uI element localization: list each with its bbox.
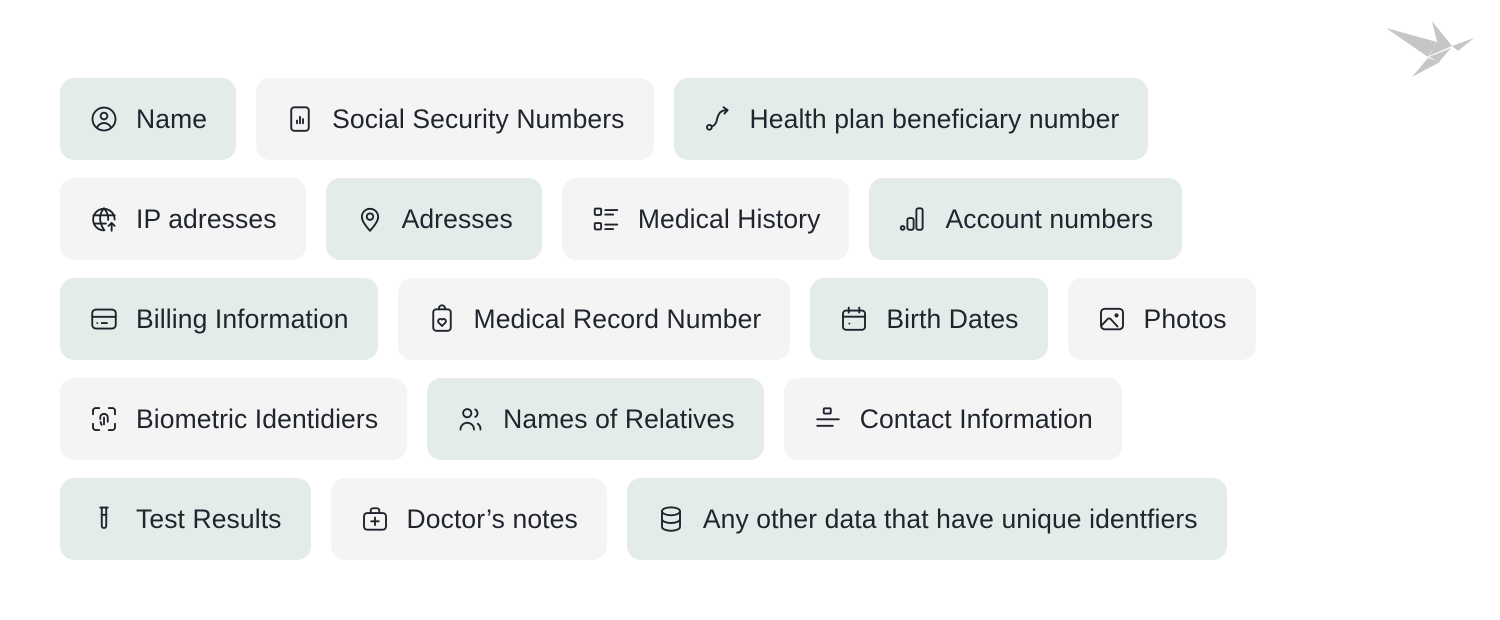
contact-card-icon — [813, 404, 843, 434]
chip-biometric-identidiers[interactable]: Biometric Identidiers — [60, 378, 408, 460]
phi-identifier-board: Name Social Security Numbers Health plan b… — [0, 0, 1500, 620]
chip-label: Medical Record Number — [473, 303, 762, 334]
chip-label: Health plan beneficiary number — [749, 103, 1120, 134]
chip-label: Test Results — [136, 503, 282, 534]
chip-adresses[interactable]: Adresses — [325, 178, 542, 260]
chip-medical-record-number[interactable]: Medical Record Number — [397, 278, 791, 360]
chip-label: Any other data that have unique identfie… — [702, 503, 1198, 534]
fingerprint-scan-icon — [89, 404, 119, 434]
origami-bird-logo — [1382, 16, 1478, 78]
chip-label: Doctor’s notes — [406, 503, 578, 534]
chip-label: Birth Dates — [886, 303, 1019, 334]
chip-label: Social Security Numbers — [332, 103, 625, 134]
chip-billing-information[interactable]: Billing Information — [60, 278, 378, 360]
chip-label: Medical History — [637, 203, 821, 234]
chip-any-other-data-that-have-unique-identfiers[interactable]: Any other data that have unique identfie… — [626, 478, 1227, 560]
chip-birth-dates[interactable]: Birth Dates — [810, 278, 1048, 360]
user-circle-icon — [89, 104, 119, 134]
chip-row-2: IP adresses Adresses Medical History Accoun… — [60, 178, 1480, 260]
chip-label: Contact Information — [859, 403, 1093, 434]
chip-doctor-s-notes[interactable]: Doctor’s notes — [330, 478, 607, 560]
chip-label: Account numbers — [945, 203, 1154, 234]
chip-row-1: Name Social Security Numbers Health plan b… — [60, 78, 1480, 160]
chip-label: IP adresses — [136, 203, 277, 234]
chip-contact-information[interactable]: Contact Information — [783, 378, 1122, 460]
chip-row-5: Test Results Doctor’s notes Any other data… — [60, 478, 1480, 560]
database-icon — [656, 504, 686, 534]
clipboard-heart-icon — [427, 304, 457, 334]
users-icon — [456, 404, 486, 434]
globe-arrow-icon — [89, 204, 119, 234]
chip-rows: Name Social Security Numbers Health plan b… — [60, 78, 1480, 578]
bar-chart-ascending-icon — [898, 204, 928, 234]
chip-ip-adresses[interactable]: IP adresses — [60, 178, 306, 260]
chip-name[interactable]: Name — [60, 78, 237, 160]
curved-arrow-icon — [703, 104, 733, 134]
chip-row-3: Billing Information Medical Record Number… — [60, 278, 1480, 360]
credit-card-icon — [89, 304, 119, 334]
chip-account-numbers[interactable]: Account numbers — [869, 178, 1183, 260]
chip-names-of-relatives[interactable]: Names of Relatives — [427, 378, 764, 460]
id-document-chart-icon — [285, 104, 315, 134]
medical-bag-icon — [360, 504, 390, 534]
chip-photos[interactable]: Photos — [1067, 278, 1256, 360]
chip-test-results[interactable]: Test Results — [60, 478, 311, 560]
chip-label: Names of Relatives — [503, 403, 735, 434]
chip-medical-history[interactable]: Medical History — [561, 178, 850, 260]
chip-label: Biometric Identidiers — [136, 403, 379, 434]
calendar-icon — [839, 304, 869, 334]
checklist-icon — [591, 204, 621, 234]
chip-social-security-numbers[interactable]: Social Security Numbers — [256, 78, 654, 160]
test-tube-icon — [89, 504, 119, 534]
chip-label: Billing Information — [136, 303, 349, 334]
chip-row-4: Biometric Identidiers Names of Relatives C… — [60, 378, 1480, 460]
map-pin-icon — [355, 204, 385, 234]
chip-label: Name — [136, 103, 208, 134]
chip-health-plan-beneficiary-number[interactable]: Health plan beneficiary number — [673, 78, 1149, 160]
image-icon — [1097, 304, 1127, 334]
chip-label: Adresses — [401, 203, 513, 234]
chip-label: Photos — [1143, 303, 1227, 334]
